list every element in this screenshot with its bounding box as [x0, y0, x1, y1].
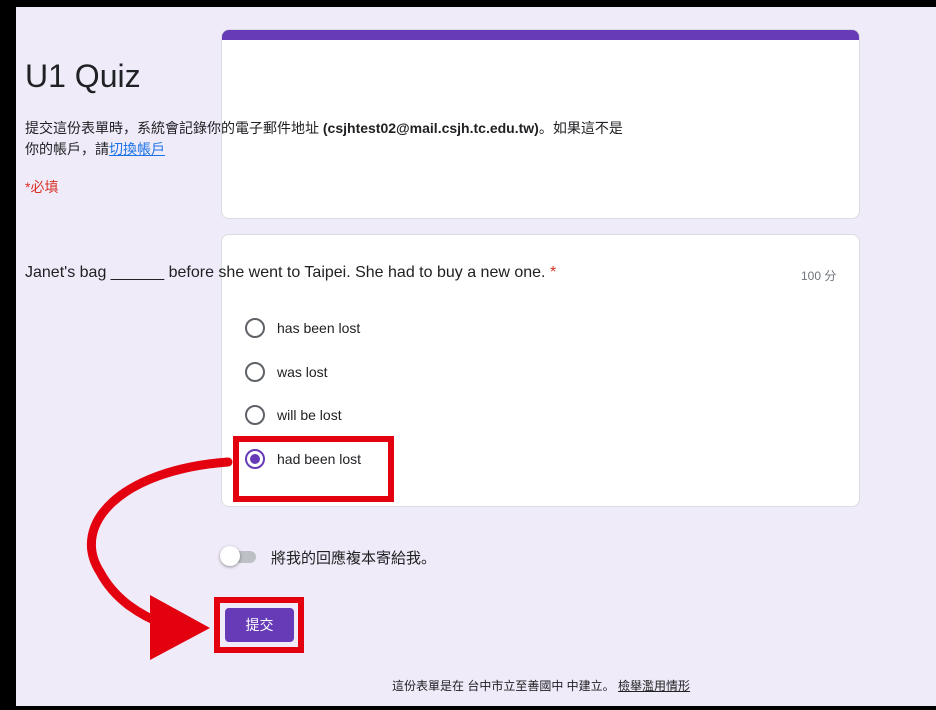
- footer-text: 這份表單是在 台中市立至善國中 中建立。: [392, 679, 615, 693]
- report-abuse-link[interactable]: 檢舉濫用情形: [618, 679, 690, 693]
- form-description: 提交這份表單時，系統會記錄你的電子郵件地址 (csjhtest02@mail.c…: [25, 118, 625, 160]
- radio-dot: [250, 454, 260, 464]
- option-was-lost[interactable]: was lost: [245, 361, 328, 383]
- toggle-knob: [220, 546, 240, 566]
- option-label: will be lost: [277, 407, 342, 423]
- radio-unchecked-icon[interactable]: [245, 405, 265, 425]
- send-copy-toggle[interactable]: [220, 546, 258, 568]
- form-title: U1 Quiz: [25, 58, 141, 94]
- send-copy-label: 將我的回應複本寄給我。: [271, 550, 437, 567]
- submit-button[interactable]: 提交: [225, 608, 294, 642]
- radio-unchecked-icon[interactable]: [245, 318, 265, 338]
- question-label: Janet's bag ______ before she went to Ta…: [25, 264, 546, 281]
- option-will-be-lost[interactable]: will be lost: [245, 404, 342, 426]
- question-points: 100 分: [801, 269, 837, 283]
- option-label: has been lost: [277, 320, 361, 336]
- option-had-been-lost[interactable]: had been lost: [245, 448, 361, 470]
- theme-accent-bar: [222, 30, 859, 40]
- radio-unchecked-icon[interactable]: [245, 362, 265, 382]
- form-footer: 這份表單是在 台中市立至善國中 中建立。 檢舉濫用情形: [392, 677, 690, 694]
- switch-account-link[interactable]: 切換帳戶: [109, 141, 165, 157]
- required-note: *必填: [25, 179, 59, 195]
- option-has-been-lost[interactable]: has been lost: [245, 317, 360, 339]
- description-prefix: 提交這份表單時，系統會記錄你的電子郵件地址: [25, 120, 323, 136]
- required-star: *: [549, 264, 557, 281]
- respondent-email: (csjhtest02@mail.csjh.tc.edu.tw): [322, 120, 539, 136]
- option-label: had been lost: [277, 451, 362, 467]
- option-label: was lost: [277, 364, 328, 380]
- question-text: Janet's bag ______ before she went to Ta…: [25, 264, 556, 282]
- radio-checked-icon[interactable]: [245, 449, 265, 469]
